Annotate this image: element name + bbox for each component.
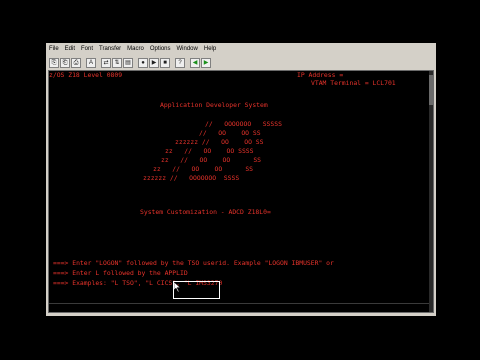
record-icon[interactable]: ● [138,57,148,68]
logo-line-1: // OOOOOOO SSSSS [205,120,282,128]
menu-macro[interactable]: Macro [127,46,144,52]
scrollbar-thumb[interactable] [429,75,433,105]
vtam-terminal-text: VTAM Terminal = LCL701 [311,79,396,87]
logo-line-4: zz // OO OO SSSS [165,147,254,155]
logo-line-2: // OO OO SS [199,129,261,137]
logo-line-6: zz // OO OO SS [153,165,254,173]
paste-icon[interactable]: ⎗ [60,57,70,68]
ip-address-label: IP Address = [297,71,344,79]
logon-instruction-line-2: ===> Enter L followed by the APPLID [53,269,188,277]
system-level-text: z/OS Z18 Level 0809 [49,71,123,79]
toolbar: ⎘ ⎗ ⎙ A ⇄ ⇅ ▤ ● ▶ ■ ? ◀ ▶ [46,55,436,70]
help-icon[interactable]: ? [175,57,185,68]
logo-line-7: zzzzzz // OOOOOOO SSSS [143,174,240,182]
menu-font[interactable]: Font [81,46,93,52]
connect-icon[interactable]: ⇄ [101,57,111,68]
copy-icon[interactable]: ⎘ [49,57,59,68]
mouse-pointer-icon [174,282,181,292]
stop-icon[interactable]: ■ [160,57,170,68]
menu-options[interactable]: Options [150,46,171,52]
screen-divider [49,303,429,304]
logo-line-3: zzzzzz // OO OO SS [175,138,264,146]
menu-transfer[interactable]: Transfer [99,46,121,52]
play-icon[interactable]: ▶ [149,57,159,68]
system-title: Application Developer System [160,101,268,109]
print-icon[interactable]: ⎙ [71,57,81,68]
logon-instruction-line-1: ===> Enter "LOGON" followed by the TSO u… [53,259,334,267]
menu-window[interactable]: Window [177,46,198,52]
terminal-screen[interactable]: z/OS Z18 Level 0809 IP Address = VTAM Te… [48,70,434,313]
menu-bar: File Edit Font Transfer Macro Options Wi… [46,43,436,55]
back-icon[interactable]: ◀ [190,57,200,68]
menu-edit[interactable]: Edit [65,46,75,52]
vertical-scrollbar[interactable] [429,71,433,312]
terminal-emulator-window: File Edit Font Transfer Macro Options Wi… [46,43,436,316]
forward-icon[interactable]: ▶ [201,57,211,68]
font-icon[interactable]: A [86,57,96,68]
menu-help[interactable]: Help [204,46,216,52]
system-customization-text: System Customization - ADCD Z18L0= [140,208,271,216]
menu-file[interactable]: File [49,46,59,52]
logo-line-5: zz // OO OO SS [161,156,262,164]
transfer-icon[interactable]: ⇅ [112,57,122,68]
macro-icon[interactable]: ▤ [123,57,133,68]
